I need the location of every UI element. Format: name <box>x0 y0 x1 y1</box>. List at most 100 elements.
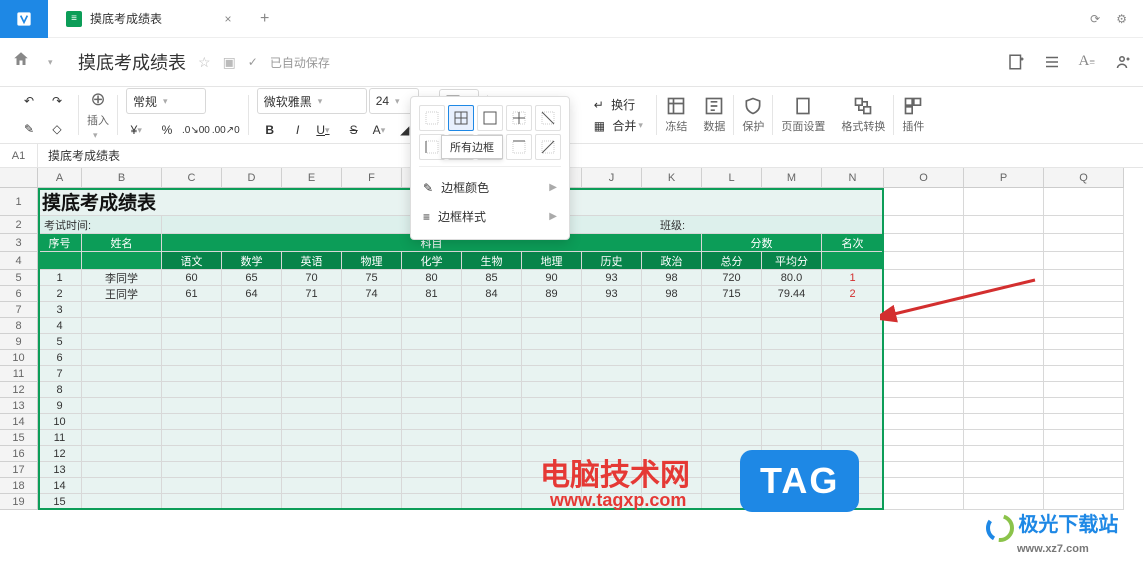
row-header[interactable]: 4 <box>0 252 38 270</box>
wrap-button[interactable]: ↵ 换行 <box>594 96 649 113</box>
redo-button[interactable]: ↷ <box>44 89 70 113</box>
cell[interactable] <box>342 478 402 494</box>
cell[interactable]: 84 <box>462 286 522 302</box>
cell[interactable] <box>222 462 282 478</box>
cell[interactable] <box>342 430 402 446</box>
cell[interactable] <box>222 318 282 334</box>
row-header[interactable]: 17 <box>0 462 38 478</box>
increase-decimal-button[interactable]: .00↗0 <box>212 118 240 142</box>
cell[interactable] <box>222 382 282 398</box>
cell[interactable] <box>1044 366 1124 382</box>
cell[interactable] <box>964 334 1044 350</box>
settings-icon[interactable]: ⚙ <box>1116 12 1127 26</box>
cell[interactable] <box>82 446 162 462</box>
cell[interactable]: 王同学 <box>82 286 162 302</box>
col-header[interactable]: B <box>82 168 162 188</box>
cell[interactable]: 14 <box>38 478 82 494</box>
cell[interactable] <box>884 366 964 382</box>
cell[interactable] <box>462 398 522 414</box>
cell[interactable] <box>282 478 342 494</box>
cell[interactable]: 74 <box>342 286 402 302</box>
cell[interactable]: 李同学 <box>82 270 162 286</box>
cell[interactable]: 地理 <box>522 252 582 270</box>
cell[interactable] <box>462 350 522 366</box>
cell[interactable]: 考试时间: <box>38 216 162 234</box>
border-outer-option[interactable] <box>477 105 503 131</box>
add-tab-button[interactable]: + <box>260 10 269 28</box>
cell[interactable] <box>1044 302 1124 318</box>
bold-button[interactable]: B <box>257 118 283 142</box>
cell[interactable] <box>702 302 762 318</box>
cell[interactable] <box>582 350 642 366</box>
cell[interactable] <box>162 302 222 318</box>
cell[interactable] <box>1044 216 1124 234</box>
cell[interactable]: 75 <box>342 270 402 286</box>
cell[interactable]: 政治 <box>642 252 702 270</box>
row-header[interactable]: 14 <box>0 414 38 430</box>
border-inner-option[interactable] <box>506 105 532 131</box>
cell[interactable] <box>1044 430 1124 446</box>
cell[interactable] <box>964 286 1044 302</box>
cell[interactable] <box>642 430 702 446</box>
decrease-decimal-button[interactable]: .0↘00 <box>182 118 210 142</box>
cell[interactable] <box>462 478 522 494</box>
format-convert-button[interactable]: 格式转换 <box>841 96 885 134</box>
cell[interactable] <box>822 398 884 414</box>
cell[interactable] <box>82 478 162 494</box>
cell[interactable] <box>222 366 282 382</box>
cell[interactable] <box>964 188 1044 216</box>
cell[interactable] <box>282 334 342 350</box>
row-header[interactable]: 7 <box>0 302 38 318</box>
cell[interactable]: 5 <box>38 334 82 350</box>
cell[interactable] <box>642 334 702 350</box>
cell[interactable] <box>884 318 964 334</box>
cell[interactable] <box>582 302 642 318</box>
cell[interactable] <box>342 398 402 414</box>
clear-format-button[interactable]: ◇ <box>44 117 70 141</box>
cell[interactable]: 语文 <box>162 252 222 270</box>
cell[interactable] <box>82 398 162 414</box>
cell[interactable] <box>162 446 222 462</box>
cell[interactable]: 序号 <box>38 234 82 252</box>
row-header[interactable]: 2 <box>0 216 38 234</box>
cell[interactable] <box>82 414 162 430</box>
row-header[interactable]: 15 <box>0 430 38 446</box>
col-header[interactable]: A <box>38 168 82 188</box>
protect-button[interactable]: 保护 <box>742 96 764 134</box>
cell[interactable] <box>282 494 342 510</box>
col-header[interactable]: F <box>342 168 402 188</box>
cell[interactable] <box>522 350 582 366</box>
cell[interactable] <box>82 334 162 350</box>
cell[interactable] <box>222 414 282 430</box>
cell[interactable]: 总分 <box>702 252 762 270</box>
cell[interactable] <box>822 302 884 318</box>
cell[interactable] <box>964 446 1044 462</box>
cell[interactable]: 98 <box>642 270 702 286</box>
cell[interactable] <box>702 318 762 334</box>
cell[interactable]: 90 <box>522 270 582 286</box>
cell[interactable]: 物理 <box>342 252 402 270</box>
folder-icon[interactable]: ▣ <box>223 54 236 71</box>
format-painter-button[interactable]: ✎ <box>16 117 42 141</box>
cell[interactable] <box>702 430 762 446</box>
cell[interactable] <box>402 382 462 398</box>
cell[interactable]: 60 <box>162 270 222 286</box>
cell[interactable]: 数学 <box>222 252 282 270</box>
cell[interactable]: 6 <box>38 350 82 366</box>
cell[interactable] <box>222 398 282 414</box>
cell[interactable] <box>884 446 964 462</box>
cell[interactable] <box>1044 286 1124 302</box>
cell[interactable] <box>582 366 642 382</box>
cell[interactable] <box>522 334 582 350</box>
cell[interactable]: 名次 <box>822 234 884 252</box>
cell[interactable] <box>762 350 822 366</box>
cell[interactable] <box>702 414 762 430</box>
new-doc-icon[interactable] <box>1007 53 1025 71</box>
cell[interactable]: 79.44 <box>762 286 822 302</box>
row-header[interactable]: 1 <box>0 188 38 216</box>
cell[interactable] <box>162 462 222 478</box>
home-icon[interactable] <box>12 50 36 74</box>
col-header[interactable]: N <box>822 168 884 188</box>
cell[interactable] <box>342 318 402 334</box>
cell[interactable] <box>82 462 162 478</box>
